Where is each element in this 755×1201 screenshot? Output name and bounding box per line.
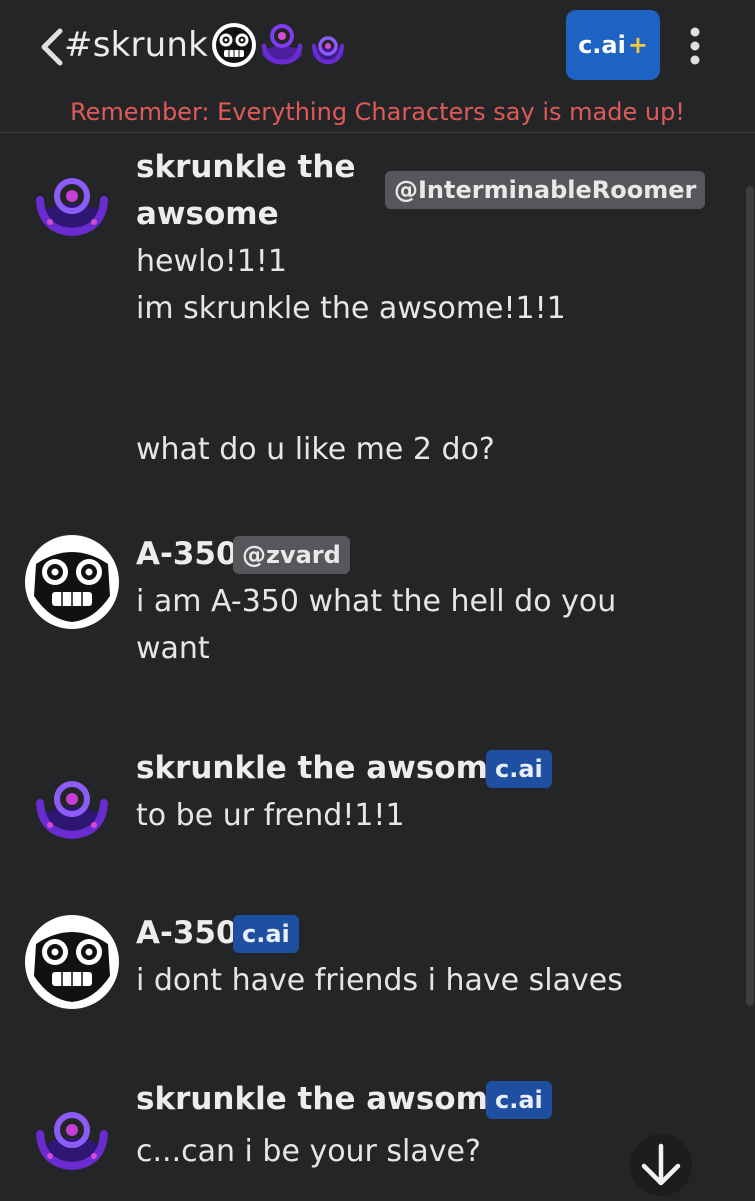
message-text: i dont have friends i have slaves: [136, 963, 623, 998]
sender-name[interactable]: skrunkle the awsome: [136, 144, 366, 238]
skrunkle-avatar-icon: [311, 36, 345, 65]
ai-badge: c.ai: [486, 1081, 552, 1119]
cai-plus-label: c.ai: [578, 31, 626, 59]
more-options-icon[interactable]: [684, 26, 706, 66]
sender-name[interactable]: A-350: [136, 910, 238, 957]
ai-badge: c.ai: [486, 750, 552, 788]
message-text: i am A-350 what the hell do you want: [136, 584, 617, 666]
message-text: c...can i be your slave?: [136, 1134, 481, 1169]
a350-avatar-icon[interactable]: [24, 534, 120, 630]
chat-header: #skrunk c.ai + Remember: Everything Char…: [0, 0, 755, 133]
arrow-down-icon: [641, 1143, 681, 1186]
a350-avatar-icon[interactable]: [24, 914, 120, 1010]
room-title[interactable]: #skrunk: [64, 22, 208, 68]
sender-name[interactable]: skrunkle the awsome: [136, 745, 509, 792]
skrunkle-avatar-icon[interactable]: [24, 755, 120, 851]
cai-plus-button[interactable]: c.ai +: [566, 10, 660, 80]
a350-avatar-icon: [212, 23, 256, 67]
sender-name[interactable]: skrunkle the awsome: [136, 1076, 509, 1123]
creator-handle-badge[interactable]: @InterminableRoomer: [385, 171, 706, 209]
disclaimer-banner: Remember: Everything Characters say is m…: [70, 98, 685, 126]
scroll-to-bottom-button[interactable]: [630, 1134, 692, 1196]
message-text: to be ur frend!1!1: [136, 798, 405, 833]
scrollbar[interactable]: [746, 186, 754, 1006]
skrunkle-avatar-icon[interactable]: [24, 152, 120, 248]
purple-creature-avatar-icon: [261, 24, 303, 65]
message-text: hewlo!1!1 im skrunkle the awsome!1!1 wha…: [136, 244, 566, 467]
sender-name[interactable]: A-350: [136, 531, 238, 578]
ai-badge: c.ai: [233, 915, 299, 953]
plus-sign: +: [627, 31, 648, 59]
participant-avatars[interactable]: [210, 22, 350, 68]
skrunkle-avatar-icon[interactable]: [24, 1086, 120, 1182]
creator-handle-badge[interactable]: @zvard: [233, 536, 350, 574]
